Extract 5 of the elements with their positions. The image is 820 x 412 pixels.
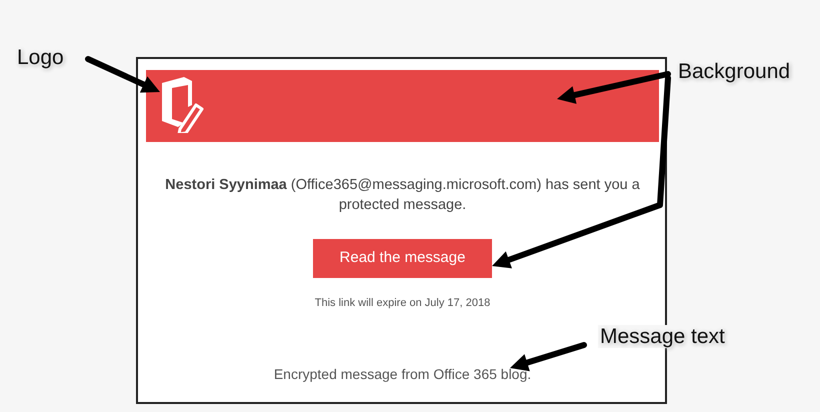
message-text: Nestori Syynimaa (Office365@messaging.microsoft.com) has sent you a protected message. xyxy=(164,176,641,215)
expiry-text: This link will expire on July 17, 2018 xyxy=(314,296,490,312)
annotation-label: Message text xyxy=(598,325,727,348)
footer-text: Encrypted message from Office 365 blog. xyxy=(274,364,532,384)
read-message-button[interactable]: Read the message xyxy=(313,239,492,278)
